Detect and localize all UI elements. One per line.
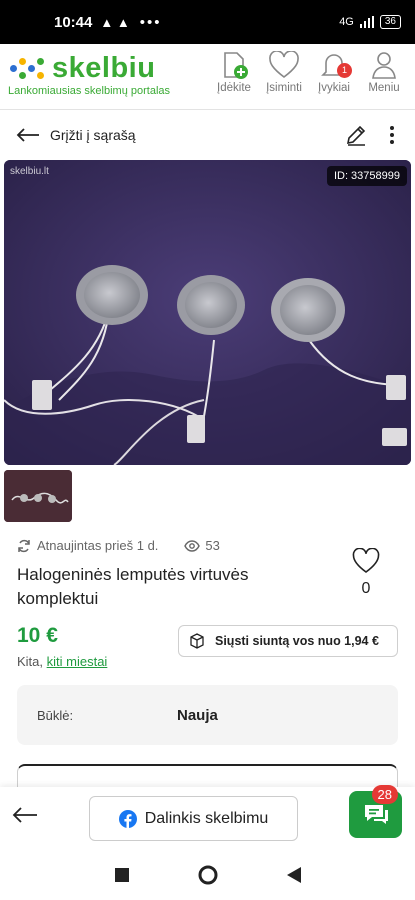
back-arrow-icon[interactable] [12,807,38,823]
refresh-icon [18,539,30,552]
shipping-button[interactable]: Siųsti siuntą vos nuo 1,94 € [178,625,398,657]
logo-dots-icon [8,55,48,83]
home-icon[interactable] [198,865,218,885]
system-nav-bar [0,850,415,900]
site-tagline: Lankomiausias skelbimų portalas [8,85,171,97]
signal-icon [359,16,374,28]
share-button[interactable]: Dalinkis skelbimu [89,796,298,841]
site-logo[interactable]: skelbiu [8,52,155,85]
add-ad-icon [224,52,248,79]
photo-thumbnail[interactable] [4,470,72,522]
listing-id-badge: ID: 33758999 [326,166,407,186]
edit-pencil-icon[interactable] [345,124,367,146]
location-link[interactable]: kiti miestai [47,654,108,669]
back-to-list-link[interactable]: Grįžti į sąrašą [16,127,136,143]
package-icon [190,633,204,649]
heart-icon [269,51,299,79]
system-back-icon[interactable] [286,867,301,883]
listing-price: 10 € [17,624,58,647]
events-badge: 1 [337,63,352,78]
chat-icon [364,804,388,824]
recents-icon[interactable] [114,868,129,882]
nav-favorites-label: Įsiminti [266,82,302,94]
status-time: 10:44 [54,13,93,31]
facebook-icon [118,809,137,828]
logo-text: skelbiu [52,52,156,84]
listing-title: Halogeninės lemputės virtuvės komplektui [17,565,249,608]
photo-image [4,160,411,465]
arrow-left-icon [16,128,39,142]
chat-badge: 28 [371,785,398,804]
back-to-list-label: Grįžti į sąrašą [50,127,136,143]
condition-label: Būklė: [37,707,74,723]
condition-value: Nauja [177,706,218,724]
nav-add-ad[interactable]: Įdėkite [209,48,259,94]
warning-icon: ▲ ▲ [100,14,130,30]
bottom-action-bar: Dalinkis skelbimu 28 [0,785,415,850]
photo-watermark: skelbiu.lt [10,166,49,177]
condition-row: Būklė: Nauja [17,685,398,745]
battery-icon: 36 [379,15,401,29]
views-count: 53 [205,538,220,553]
listing-photo[interactable]: skelbiu.lt ID: 33758999 [4,160,411,465]
network-label: 4G [339,16,354,28]
nav-favorites[interactable]: Įsiminti [259,48,309,94]
more-options-icon[interactable] [389,125,395,145]
listing-location: Kita, kiti miestai [17,654,107,669]
thumbnail-image [4,470,72,522]
nav-menu-label: Meniu [368,82,400,94]
site-header: skelbiu Lankomiausias skelbimų portalas … [0,44,415,110]
user-icon [372,52,396,79]
nav-menu[interactable]: Meniu [359,48,409,94]
status-right: 4G 36 [339,15,401,29]
favorites-count: 0 [361,580,371,597]
nav-add-ad-label: Įdėkite [217,82,251,94]
nav-events-label: Įvykiai [318,82,350,94]
share-label: Dalinkis skelbimu [144,809,269,827]
toolbar-actions [345,124,395,146]
listing-meta: Atnaujintas prieš 1 d. 53 [17,538,220,553]
heart-outline-icon [352,548,380,573]
more-notifications-icon: ••• [139,13,162,31]
status-bar: 10:44 ▲ ▲ ••• 4G 36 [0,0,415,44]
eye-icon [184,539,201,552]
views-counter: 53 [184,538,220,553]
favorite-button[interactable]: 0 [352,548,380,598]
shipping-label: Siųsti siuntą vos nuo 1,94 € [215,634,379,648]
header-nav: Įdėkite Įsiminti 1 Įvykiai Meniu [209,48,409,94]
location-prefix: Kita, [17,654,44,669]
nav-events[interactable]: 1 Įvykiai [309,48,359,94]
chat-button[interactable]: 28 [349,785,402,838]
listing-toolbar: Grįžti į sąrašą [0,111,415,159]
updated-label: Atnaujintas prieš 1 d. [37,538,159,553]
